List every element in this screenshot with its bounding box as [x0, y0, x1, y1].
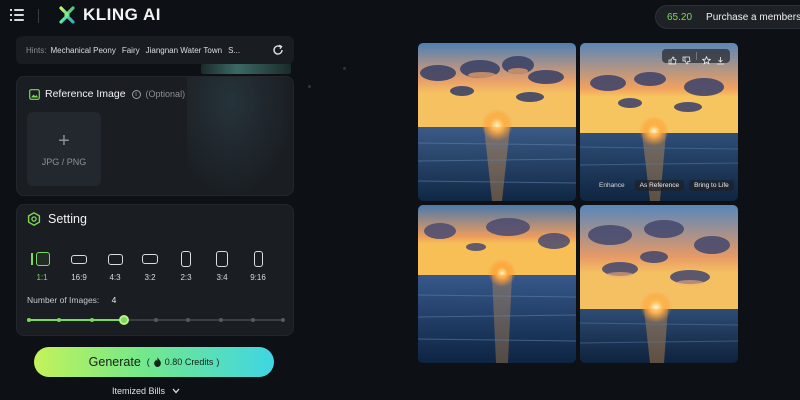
sunset-sea-image — [580, 43, 738, 201]
slider-step-dot[interactable] — [154, 318, 158, 322]
sunset-sea-image — [418, 205, 576, 363]
setting-header: Setting — [27, 212, 87, 226]
menu-icon[interactable] — [10, 9, 24, 21]
itemized-bills-label: Itemized Bills — [112, 386, 166, 396]
bring-to-life-button[interactable]: Bring to Life — [689, 180, 734, 191]
setting-card: Setting 1:1 16:9 4:3 3:2 2:3 3:4 9:16 Nu… — [16, 204, 294, 336]
hints-bar: Hints: Mechanical Peony Fairy Jiangnan W… — [16, 36, 294, 64]
image-icon — [29, 88, 40, 100]
slider-step-dot[interactable] — [250, 318, 255, 322]
thumb-up-icon[interactable] — [668, 52, 677, 64]
plus-icon: + — [58, 130, 70, 152]
hint-chip[interactable]: Jiangnan Water Town — [146, 46, 223, 55]
reference-image-header: Reference Image i (Optional) — [29, 88, 185, 100]
ratio-shape-icon — [216, 251, 228, 267]
logo[interactable]: KLING AI — [57, 4, 161, 26]
enhance-button[interactable]: Enhance — [594, 180, 630, 191]
brand-name: KLING AI — [83, 5, 161, 24]
hints-label: Hints: — [26, 45, 47, 55]
ratio-shape-icon — [181, 251, 191, 267]
sunset-sea-image — [418, 43, 576, 201]
generate-label: Generate — [88, 355, 141, 369]
hint-chip[interactable]: Mechanical Peony — [50, 46, 115, 55]
ratio-option-3-4[interactable]: 3:4 — [207, 249, 237, 285]
download-icon[interactable] — [716, 52, 725, 64]
chevron-down-icon — [172, 388, 180, 394]
ratio-option-16-9[interactable]: 16:9 — [64, 249, 94, 285]
ratio-option-4-3[interactable]: 4:3 — [100, 249, 130, 285]
upload-dropzone[interactable]: + JPG / PNG — [27, 112, 101, 186]
generated-image-4[interactable] — [580, 205, 738, 363]
reference-image-card: Reference Image i (Optional) + JPG / PNG — [16, 76, 295, 197]
generate-cost: ( 0.80 Credits ) — [146, 357, 220, 367]
ratio-shape-icon — [254, 251, 263, 267]
ratio-label: 4:3 — [109, 273, 121, 282]
selected-indicator — [31, 253, 33, 265]
slider-step-dot[interactable] — [89, 318, 94, 322]
reference-image-title: Reference Image — [45, 88, 126, 100]
kling-logo-icon — [59, 6, 75, 24]
setting-title: Setting — [48, 212, 87, 226]
as-reference-button[interactable]: As Reference — [634, 180, 685, 191]
background-dot — [343, 67, 346, 70]
slider-thumb[interactable] — [118, 315, 129, 325]
number-of-images-label: Number of Images: — [27, 295, 100, 305]
ratio-shape-icon — [71, 255, 87, 264]
cost-paren-open: ( — [146, 357, 150, 367]
thumb-down-icon[interactable] — [682, 52, 691, 65]
background-dot — [308, 85, 311, 88]
image-quick-actions: Enhance As Reference Bring to Life — [594, 180, 734, 191]
slider-fill — [27, 319, 124, 321]
ratio-shape-icon — [36, 252, 50, 266]
top-bar: KLING AI 65.20 Purchase a membership — [0, 0, 800, 32]
ratio-shape-icon — [108, 254, 123, 265]
ratio-option-9-16[interactable]: 9:16 — [243, 249, 273, 285]
cost-paren-close: ) — [216, 357, 220, 367]
ratio-label: 3:4 — [216, 273, 228, 282]
slider-step-dot[interactable] — [186, 318, 191, 322]
cost-credits: 0.80 Credits — [164, 357, 214, 367]
number-of-images-value: 4 — [111, 295, 117, 305]
banner-glow — [201, 64, 291, 74]
optional-label: (Optional) — [145, 89, 186, 99]
generated-image-1[interactable] — [418, 43, 576, 201]
ratio-label: 9:16 — [250, 273, 266, 282]
ratio-label: 3:2 — [144, 273, 156, 282]
ratio-label: 1:1 — [36, 273, 48, 282]
generate-button[interactable]: Generate ( 0.80 Credits ) — [34, 347, 274, 377]
card-glow — [187, 77, 295, 197]
membership-pill[interactable]: 65.20 Purchase a membership — [655, 5, 800, 29]
sunset-sea-image — [580, 205, 738, 363]
ratio-option-1-1[interactable]: 1:1 — [27, 249, 57, 285]
aspect-ratio-selector: 1:1 16:9 4:3 3:2 2:3 3:4 9:16 — [27, 249, 283, 285]
ratio-label: 16:9 — [71, 273, 87, 282]
flame-icon — [153, 357, 161, 367]
hint-chip[interactable]: S... — [228, 46, 240, 55]
hint-chip[interactable]: Fairy — [122, 46, 140, 55]
image-action-bar — [662, 49, 730, 65]
upload-format-label: JPG / PNG — [41, 157, 87, 167]
slider-step-dot[interactable] — [57, 318, 62, 322]
generated-image-3[interactable] — [418, 205, 576, 363]
star-icon[interactable] — [701, 52, 711, 65]
slider-step-dot[interactable] — [218, 318, 223, 322]
refresh-icon[interactable] — [272, 44, 284, 56]
ratio-option-2-3[interactable]: 2:3 — [171, 249, 201, 285]
action-separator — [695, 52, 697, 60]
credit-balance: 65.20 — [667, 11, 693, 23]
generated-image-2[interactable]: Enhance As Reference Bring to Life — [580, 43, 738, 201]
ratio-label: 2:3 — [180, 273, 192, 282]
header-divider — [38, 9, 39, 23]
number-of-images-row: Number of Images: 4 — [27, 295, 116, 305]
ratio-shape-icon — [142, 254, 158, 264]
ratio-option-3-2[interactable]: 3:2 — [135, 249, 165, 285]
number-of-images-slider[interactable] — [27, 315, 285, 325]
scrolled-content-peek — [18, 64, 293, 76]
hexagon-settings-icon — [27, 212, 41, 226]
info-icon[interactable]: i — [131, 89, 141, 99]
purchase-membership-link[interactable]: Purchase a membership — [706, 12, 800, 23]
slider-step-dot[interactable] — [27, 318, 31, 322]
slider-step-dot[interactable] — [281, 318, 285, 322]
itemized-bills-toggle[interactable]: Itemized Bills — [112, 386, 180, 396]
